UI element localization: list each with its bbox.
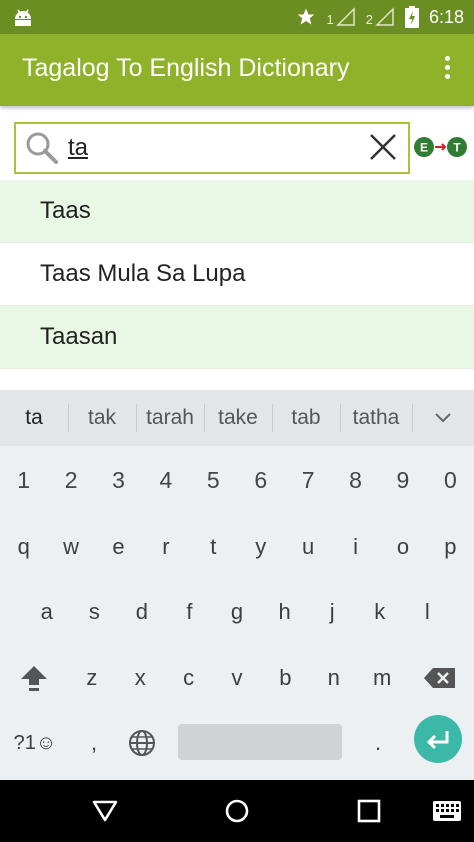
search-box: [14, 122, 410, 174]
key-7[interactable]: 7: [284, 450, 331, 510]
key-v[interactable]: v: [213, 648, 261, 708]
clock: 6:18: [428, 6, 464, 27]
key-w[interactable]: w: [47, 517, 94, 577]
signal-sim1-icon: 1: [326, 7, 355, 27]
suggestion[interactable]: tak: [68, 390, 136, 446]
navigation-bar: [0, 780, 474, 842]
shift-icon: [20, 666, 47, 691]
key-l[interactable]: l: [404, 582, 452, 642]
soft-keyboard: ta tak tarah take tab tatha 1 2 3 4 5 6 …: [0, 390, 474, 780]
key-y[interactable]: y: [237, 517, 284, 577]
keyboard-switch-icon[interactable]: [432, 800, 462, 822]
recents-icon[interactable]: [357, 799, 381, 823]
app-title: Tagalog To English Dictionary: [22, 54, 350, 82]
suggestion[interactable]: take: [204, 390, 272, 446]
expand-suggestions-icon[interactable]: [412, 390, 474, 446]
key-9[interactable]: 9: [379, 450, 426, 510]
key-1[interactable]: 1: [0, 450, 47, 510]
app-bar: Tagalog To English Dictionary: [0, 34, 474, 106]
letter-row-2: a s d f g h j k l: [0, 582, 474, 642]
enter-key[interactable]: [414, 715, 462, 763]
key-j[interactable]: j: [308, 582, 356, 642]
key-m[interactable]: m: [358, 648, 406, 708]
language-toggle-icon[interactable]: E T: [414, 136, 468, 158]
letter-row-1: q w e r t y u i o p: [0, 517, 474, 577]
toggle-right-label: T: [453, 141, 461, 155]
results-list: Taas Taas Mula Sa Lupa Taasan: [0, 180, 474, 369]
list-item[interactable]: Taas Mula Sa Lupa: [0, 243, 474, 306]
list-item-label: Taas Mula Sa Lupa: [40, 260, 246, 287]
list-item[interactable]: Taas: [0, 180, 474, 243]
space-key[interactable]: [178, 724, 342, 760]
search-input[interactable]: [66, 128, 360, 168]
key-g[interactable]: g: [213, 582, 261, 642]
home-icon[interactable]: [224, 798, 250, 824]
key-r[interactable]: r: [142, 517, 189, 577]
star-icon: [298, 8, 315, 25]
enter-icon: [426, 731, 449, 750]
key-p[interactable]: p: [427, 517, 474, 577]
suggestion[interactable]: tatha: [340, 390, 412, 446]
symbols-key[interactable]: ?1☺: [0, 713, 70, 773]
key-6[interactable]: 6: [237, 450, 284, 510]
key-t[interactable]: t: [190, 517, 237, 577]
key-3[interactable]: 3: [95, 450, 142, 510]
android-debug-icon: [15, 9, 31, 26]
suggestion[interactable]: ta: [0, 390, 68, 446]
period-key[interactable]: .: [356, 713, 400, 773]
backspace-icon: [424, 668, 456, 688]
shift-key[interactable]: [0, 648, 68, 708]
list-item[interactable]: Taasan: [0, 306, 474, 369]
key-a[interactable]: a: [23, 582, 71, 642]
key-z[interactable]: z: [68, 648, 116, 708]
toggle-left-label: E: [420, 141, 428, 155]
sim2-label: 2: [365, 12, 373, 27]
list-item-label: Taas: [40, 197, 91, 224]
suggestion[interactable]: tarah: [136, 390, 204, 446]
letter-row-3: z x c v b n m: [0, 648, 474, 708]
suggestion[interactable]: tab: [272, 390, 340, 446]
backspace-key[interactable]: [406, 648, 474, 708]
key-d[interactable]: d: [118, 582, 166, 642]
list-item-label: Taasan: [40, 323, 118, 350]
back-icon[interactable]: [91, 798, 119, 824]
key-e[interactable]: e: [95, 517, 142, 577]
comma-key[interactable]: ,: [70, 713, 118, 773]
key-4[interactable]: 4: [142, 450, 189, 510]
signal-sim2-icon: 2: [366, 7, 395, 27]
key-s[interactable]: s: [71, 582, 119, 642]
overflow-menu-icon[interactable]: [442, 56, 452, 84]
sim1-label: 1: [326, 12, 334, 27]
suggestion-strip: ta tak tarah take tab tatha: [0, 390, 474, 446]
search-icon: [26, 132, 58, 164]
language-key[interactable]: [118, 713, 166, 773]
key-b[interactable]: b: [261, 648, 309, 708]
globe-icon: [129, 730, 155, 756]
key-x[interactable]: x: [116, 648, 164, 708]
key-h[interactable]: h: [261, 582, 309, 642]
key-o[interactable]: o: [379, 517, 426, 577]
key-u[interactable]: u: [284, 517, 331, 577]
key-c[interactable]: c: [164, 648, 212, 708]
key-i[interactable]: i: [332, 517, 379, 577]
key-2[interactable]: 2: [47, 450, 94, 510]
clear-icon[interactable]: [368, 132, 398, 162]
key-q[interactable]: q: [0, 517, 47, 577]
key-k[interactable]: k: [356, 582, 404, 642]
key-0[interactable]: 0: [427, 450, 474, 510]
key-n[interactable]: n: [310, 648, 358, 708]
battery-charging-icon: [404, 6, 419, 28]
key-8[interactable]: 8: [332, 450, 379, 510]
number-row: 1 2 3 4 5 6 7 8 9 0: [0, 450, 474, 510]
status-bar: 1 2 6:18: [0, 0, 474, 34]
key-5[interactable]: 5: [190, 450, 237, 510]
key-f[interactable]: f: [166, 582, 214, 642]
